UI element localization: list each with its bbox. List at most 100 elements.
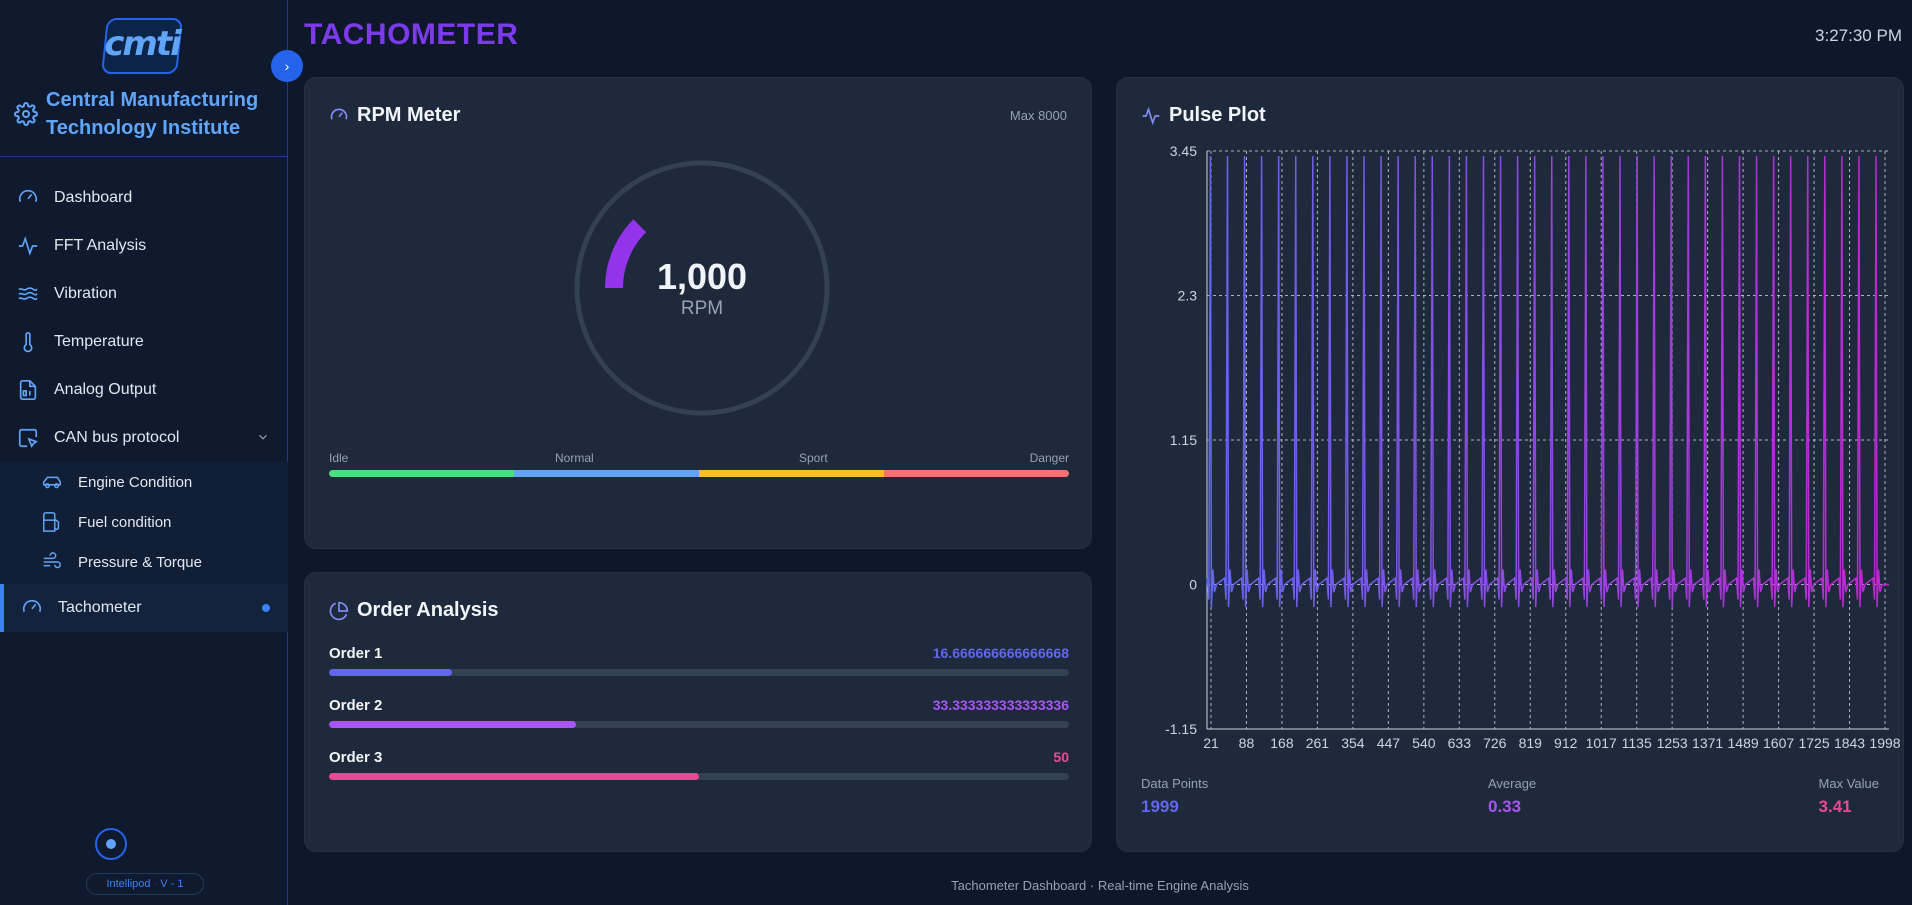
y-tick-label: -1.15 xyxy=(1165,721,1197,737)
order-row-1: Order 1 16.666666666666668 xyxy=(329,645,1069,681)
thermometer-icon xyxy=(16,330,40,354)
sidebar-item-label: Dashboard xyxy=(54,189,133,206)
sidebar-item-vibration[interactable]: Vibration xyxy=(0,272,288,316)
order-progress-fill xyxy=(329,721,576,728)
x-tick-label: 1017 xyxy=(1586,735,1617,751)
sidebar-subitem-pressure-torque[interactable]: Pressure & Torque xyxy=(0,542,288,582)
stat-data-points: Data Points 1999 xyxy=(1141,776,1209,816)
card-title: Order Analysis xyxy=(329,599,499,622)
sidebar-divider xyxy=(0,156,288,157)
sidebar-collapse-button[interactable]: › xyxy=(271,50,303,82)
cursor-box-icon xyxy=(16,426,40,450)
gauge-icon xyxy=(16,186,40,210)
pulse-chart: 3.45 2.3 1.15 0 -1.15 21 88 168 261 354 447 540 633 7… xyxy=(1165,143,1901,751)
sidebar-item-label: Vibration xyxy=(54,285,117,302)
rpm-unit: RPM xyxy=(680,298,724,319)
sidebar-subitem-engine-condition[interactable]: Engine Condition xyxy=(0,462,288,502)
status-indicator[interactable] xyxy=(95,828,127,860)
zone-label-danger: Danger xyxy=(1029,451,1069,465)
y-tick-label: 2.3 xyxy=(1178,288,1198,304)
order-value: 16.666666666666668 xyxy=(932,645,1069,661)
order-progress-fill xyxy=(329,773,699,780)
sidebar-item-label: FFT Analysis xyxy=(54,237,147,254)
waves-icon xyxy=(16,282,40,306)
pulse-plot-card: Pulse Plot 3.45 2.3 1.15 0 -1.15 21 88 168 261 35… xyxy=(1116,77,1904,852)
sidebar-item-label: Temperature xyxy=(54,333,144,350)
sidebar-item-analog-output[interactable]: Analog Output xyxy=(0,368,288,412)
x-tick-label: 1135 xyxy=(1622,735,1652,751)
y-tick-label: 1.15 xyxy=(1170,432,1197,448)
y-tick-label: 0 xyxy=(1189,577,1197,593)
sidebar-item-label: Engine Condition xyxy=(78,473,193,491)
rpm-zone-bar xyxy=(329,470,1069,477)
chevron-down-icon[interactable] xyxy=(256,430,270,444)
zone-label-sport: Sport xyxy=(799,451,828,465)
zone-label-normal: Normal xyxy=(555,451,594,465)
x-tick-label: 726 xyxy=(1483,735,1507,751)
sidebar-item-label: Analog Output xyxy=(54,381,157,398)
sidebar: cmti Central Manufacturing Technology In… xyxy=(0,0,288,905)
max-rpm-label: Max 8000 xyxy=(1009,108,1067,123)
order-analysis-card: Order Analysis Order 1 16.66666666666666… xyxy=(304,572,1092,852)
active-indicator xyxy=(0,584,4,632)
x-tick-label: 1253 xyxy=(1657,735,1688,751)
sidebar-item-fft-analysis[interactable]: FFT Analysis xyxy=(0,224,288,268)
org-name: Central Manufacturing Technology Institu… xyxy=(46,89,259,139)
binary-file-icon xyxy=(16,378,40,402)
sidebar-item-can-bus-protocol[interactable]: CAN bus protocol xyxy=(0,416,288,460)
sidebar-item-temperature[interactable]: Temperature xyxy=(0,320,288,364)
x-tick-label: 168 xyxy=(1270,735,1294,751)
x-tick-label: 88 xyxy=(1239,735,1255,751)
page-title: TACHOMETER xyxy=(304,18,519,51)
zone-segment xyxy=(329,470,514,477)
x-tick-label: 447 xyxy=(1377,735,1401,751)
sidebar-item-label: Tachometer xyxy=(58,599,142,616)
org-header: Central Manufacturing Technology Institu… xyxy=(14,86,284,142)
footer: Tachometer Dashboard · Real-time Engine … xyxy=(951,878,1249,893)
version-badge: Intellipod · V - 1 xyxy=(86,873,204,895)
pulse-series-line xyxy=(1206,156,1889,608)
gauge-icon xyxy=(329,106,349,126)
stat-average: Average 0.33 xyxy=(1488,776,1537,816)
x-tick-label: 540 xyxy=(1412,735,1436,751)
gauge-icon xyxy=(20,596,44,620)
x-tick-label: 1489 xyxy=(1728,735,1759,751)
x-tick-label: 1725 xyxy=(1798,735,1829,751)
order-row-2: Order 2 33.333333333333336 xyxy=(329,697,1069,733)
clock: 3:27:30 PM xyxy=(1815,26,1902,45)
zone-segment xyxy=(514,470,699,477)
activity-icon xyxy=(16,234,40,258)
order-progress-fill xyxy=(329,669,453,676)
sidebar-item-dashboard[interactable]: Dashboard xyxy=(0,176,288,220)
x-tick-label: 912 xyxy=(1554,735,1578,751)
x-tick-label: 633 xyxy=(1448,735,1472,751)
x-tick-label: 1843 xyxy=(1834,735,1865,751)
stat-max-value: Max Value 3.41 xyxy=(1818,776,1879,816)
x-tick-label: 1607 xyxy=(1763,735,1794,751)
sidebar-item-label: Pressure & Torque xyxy=(78,553,202,571)
active-dot xyxy=(262,604,270,612)
cmti-logo: cmti xyxy=(100,10,184,76)
x-tick-label: 261 xyxy=(1306,735,1330,751)
logo-text: cmti xyxy=(104,24,182,64)
order-value: 33.333333333333336 xyxy=(932,697,1069,713)
sidebar-item-label: Fuel condition xyxy=(78,513,172,531)
gear-icon[interactable] xyxy=(14,102,38,126)
fuel-icon xyxy=(40,510,64,534)
rpm-zone-labels: Idle Normal Sport Danger xyxy=(329,451,1069,465)
sidebar-item-tachometer[interactable]: Tachometer xyxy=(0,584,288,632)
card-title: RPM Meter xyxy=(329,104,460,127)
rpm-value: 1,000 xyxy=(656,256,748,297)
order-value: 50 xyxy=(1053,749,1069,765)
x-tick-label: 819 xyxy=(1519,735,1543,751)
sidebar-subitem-fuel-condition[interactable]: Fuel condition xyxy=(0,502,288,542)
zone-segment xyxy=(884,470,1069,477)
rpm-meter-card: RPM Meter Max 8000 1,000 RPM Idle Normal… xyxy=(304,77,1092,549)
zone-segment xyxy=(699,470,884,477)
y-tick-label: 3.45 xyxy=(1170,143,1197,159)
pie-chart-icon xyxy=(329,601,349,621)
x-tick-label: 354 xyxy=(1341,735,1365,751)
x-tick-label: 21 xyxy=(1203,735,1219,751)
sidebar-item-label: CAN bus protocol xyxy=(54,429,180,446)
zone-label-idle: Idle xyxy=(329,451,349,465)
